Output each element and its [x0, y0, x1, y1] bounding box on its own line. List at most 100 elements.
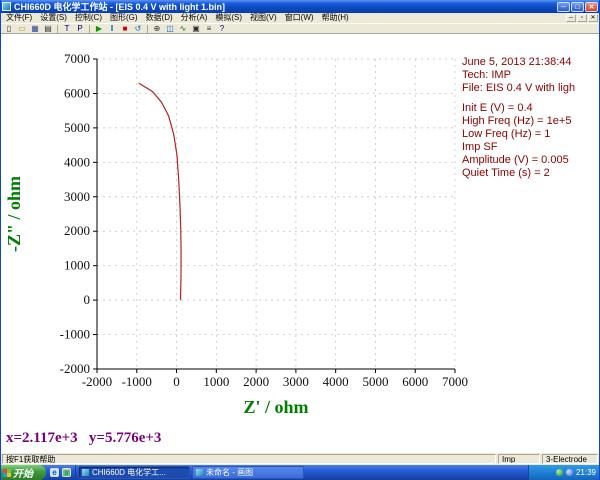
start-button[interactable]: 开始	[0, 465, 46, 480]
menu-item-8[interactable]: 窗口(W)	[281, 13, 318, 23]
menu-item-7[interactable]: 视图(V)	[246, 13, 281, 23]
info-line-8: Amplitude (V) = 0.005	[462, 154, 569, 166]
info-line-7: Imp SF	[462, 141, 498, 153]
x-tick-label: 1000	[203, 374, 229, 389]
x-tick-label: -2000	[82, 374, 112, 389]
data-list-icon[interactable]: ≡	[203, 24, 215, 33]
info-line-2: File: EIS 0.4 V with ligh	[462, 82, 576, 94]
pause-icon[interactable]: ‖	[106, 24, 118, 33]
menu-item-0[interactable]: 文件(F)	[2, 13, 36, 23]
y-tick-label: 5000	[64, 120, 90, 135]
info-line-5: High Freq (Hz) = 1e+5	[462, 115, 572, 127]
help-icon[interactable]: ?	[216, 24, 228, 33]
menu-bar: 文件(F) 设置(S) 控制(C) 图形(G) 数据(D) 分析(A) 模拟(S) 视图(V)…	[0, 13, 600, 23]
status-bar: 按F1获取帮助 Imp 3-Electrode	[0, 452, 600, 465]
mdi-controls: ─ ▫ ✕	[566, 14, 600, 22]
toolbar-separator	[89, 24, 90, 33]
system-tray: 21:39	[528, 465, 600, 480]
antivirus-tray-icon[interactable]	[555, 469, 563, 476]
experiment-info-panel: June 5, 2013 21:38:44 Tech: IMP File: EIS …	[462, 56, 600, 180]
y-tick-label: -2000	[60, 361, 90, 376]
menu-item-3[interactable]: 图形(G)	[106, 13, 142, 23]
x-tick-label: 6000	[402, 374, 428, 389]
smooth-icon[interactable]: ∿	[177, 24, 189, 33]
x-tick-label: 0	[173, 374, 180, 389]
eis-curve	[138, 82, 182, 301]
y-tick-label: -1000	[60, 327, 90, 342]
y-tick-label: 1000	[64, 258, 90, 273]
app-icon	[2, 2, 11, 11]
new-file-icon[interactable]: ▯	[3, 24, 15, 33]
menu-item-6[interactable]: 模拟(S)	[211, 13, 246, 23]
x-axis-title: Z' / ohm	[243, 397, 308, 417]
quick-launch: e ▣	[46, 465, 76, 480]
y-tick-label: 6000	[64, 85, 90, 100]
window-title: CHI660D 电化学工作站 - [EIS 0.4 V with light 1…	[14, 2, 226, 12]
y-tick-label: 0	[84, 292, 91, 307]
info-line-1: Tech: IMP	[462, 69, 511, 81]
y-tick-label: 7000	[64, 51, 90, 66]
x-tick-label: 4000	[323, 374, 349, 389]
minimize-icon[interactable]: ─	[557, 1, 570, 12]
desktop-quicklaunch-icon[interactable]: ▣	[62, 468, 71, 477]
task-label: 未命名 - 画图	[206, 468, 254, 477]
menu-item-5[interactable]: 分析(A)	[177, 13, 212, 23]
info-line-3	[462, 95, 600, 102]
menu-item-1[interactable]: 设置(S)	[36, 13, 71, 23]
mdi-minimize-icon[interactable]: ─	[566, 14, 576, 22]
task-app-icon	[196, 469, 203, 476]
taskbar-task-1[interactable]: 未命名 - 画图	[192, 466, 304, 479]
cursor-coordinate-readout: x=2.117e+3 y=5.776e+3	[6, 430, 162, 446]
windows-flag-icon	[3, 468, 11, 477]
menu-item-2[interactable]: 控制(C)	[71, 13, 106, 23]
mdi-restore-icon[interactable]: ▫	[577, 14, 587, 22]
task-label: CHI660D 电化学工...	[92, 468, 166, 477]
close-icon[interactable]: ✕	[585, 1, 598, 12]
chi660d-window: { "window": { "title": "CHI660D 电化学工作站 -…	[0, 0, 600, 480]
parameters-icon[interactable]: P	[74, 24, 86, 33]
run-icon[interactable]: ▶	[93, 24, 105, 33]
copy-icon[interactable]: ▣	[190, 24, 202, 33]
reverse-icon[interactable]: ↺	[132, 24, 144, 33]
toolbar: ▯ ▭ ▦ ▤ T P ▶ ‖ ■ ↺ ⊕ ◫ ∿ ▣ ≡?	[0, 23, 600, 34]
x-tick-label: -1000	[122, 374, 152, 389]
menu-item-9[interactable]: 帮助(H)	[318, 13, 353, 23]
menu-item-4[interactable]: 数据(D)	[142, 13, 177, 23]
open-file-icon[interactable]: ▭	[16, 24, 28, 33]
start-label: 开始	[13, 469, 33, 480]
info-line-6: Low Freq (Hz) = 1	[462, 128, 551, 140]
stop-icon[interactable]: ■	[119, 24, 131, 33]
zoom-icon[interactable]: ⊕	[151, 24, 163, 33]
maximize-icon[interactable]: □	[571, 1, 584, 12]
taskbar-task-0[interactable]: CHI660D 电化学工...	[78, 466, 190, 479]
windows-taskbar: 开始 e ▣ CHI660D 电化学工... 未命名 - 画图 21:39	[0, 465, 600, 480]
tray-clock: 21:39	[575, 468, 596, 477]
status-help-text: 按F1获取帮助	[2, 454, 496, 464]
print-icon[interactable]: ▤	[42, 24, 54, 33]
overlay-icon[interactable]: ◫	[164, 24, 176, 33]
x-tick-label: 2000	[243, 374, 269, 389]
toolbar-separator	[147, 24, 148, 33]
y-tick-label: 3000	[64, 189, 90, 204]
toolbar-separator	[57, 24, 58, 33]
task-buttons: CHI660D 电化学工... 未命名 - 画图	[76, 465, 304, 480]
x-tick-label: 5000	[362, 374, 388, 389]
mdi-close-icon[interactable]: ✕	[588, 14, 598, 22]
y-tick-label: 4000	[64, 154, 90, 169]
x-tick-label: 7000	[442, 374, 468, 389]
volume-tray-icon[interactable]	[565, 469, 573, 476]
info-line-0: June 5, 2013 21:38:44	[462, 56, 572, 68]
technique-icon[interactable]: T	[61, 24, 73, 33]
y-axis-title: -Z" / ohm	[4, 176, 24, 252]
x-tick-label: 3000	[283, 374, 309, 389]
info-line-4: Init E (V) = 0.4	[462, 102, 533, 114]
ie-quicklaunch-icon[interactable]: e	[50, 468, 59, 477]
title-bar[interactable]: CHI660D 电化学工作站 - [EIS 0.4 V with light 1…	[0, 0, 600, 13]
status-electrode-field: 3-Electrode	[542, 454, 598, 464]
plot-client-area: -2000 -1000 0 1000 2000 3000 4000 5000 6000 7000 -…	[0, 34, 600, 452]
menu-items: 文件(F) 设置(S) 控制(C) 图形(G) 数据(D) 分析(A) 模拟(S) 视图(V)…	[2, 13, 353, 23]
save-icon[interactable]: ▦	[29, 24, 41, 33]
task-app-icon	[82, 469, 89, 476]
status-technique-field: Imp	[498, 454, 540, 464]
info-line-9: Quiet Time (s) = 2	[462, 167, 550, 179]
